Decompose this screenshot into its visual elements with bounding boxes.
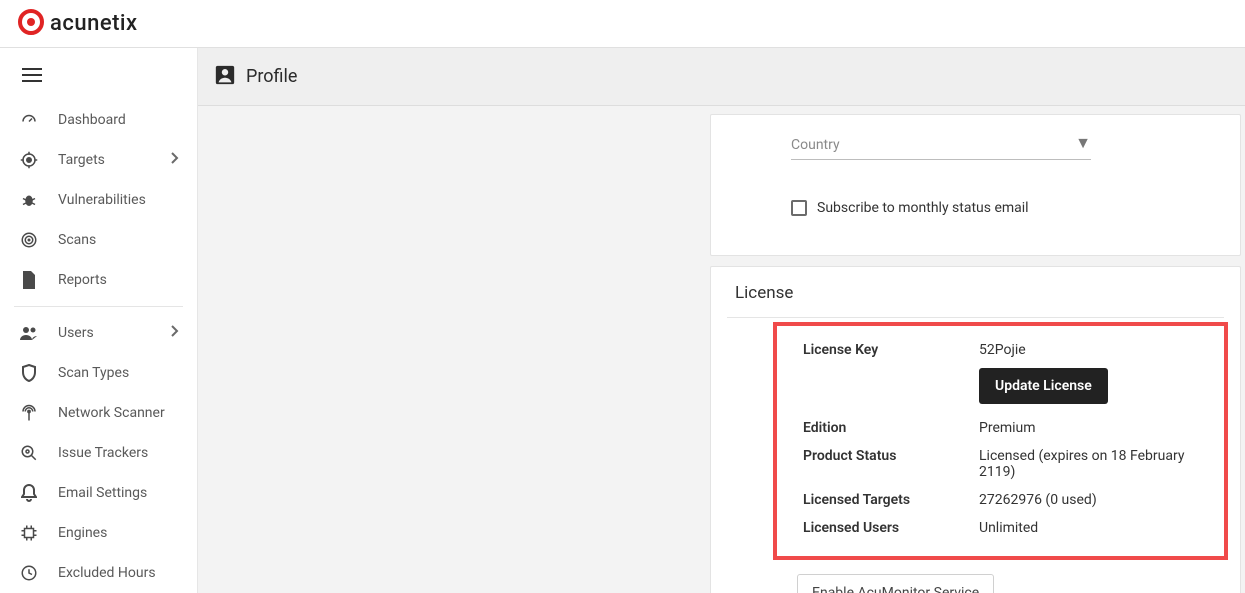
sidebar-item-users[interactable]: Users [0,313,197,353]
sidebar-item-label: Excluded Hours [58,565,179,581]
clock-icon [18,564,40,582]
update-license-button[interactable]: Update License [979,368,1108,404]
sidebar: Dashboard Targets Vulnerabilities Scans … [0,48,198,593]
sidebar-item-label: Dashboard [58,112,179,128]
license-key-label: License Key [803,342,979,358]
status-label: Product Status [803,448,979,480]
file-icon [18,271,40,289]
divider [727,317,1224,318]
sidebar-item-label: Scan Types [58,365,179,381]
chevron-right-icon [171,152,179,168]
enable-acumonitor-button[interactable]: Enable AcuMonitor Service [797,574,994,593]
profile-icon [214,64,236,90]
sidebar-item-dashboard[interactable]: Dashboard [0,100,197,140]
sidebar-item-scan-types[interactable]: Scan Types [0,353,197,393]
sidebar-item-label: Issue Trackers [58,445,179,461]
subscribe-row: Subscribe to monthly status email [791,200,1224,216]
page-title: Profile [246,66,297,87]
sidebar-item-email-settings[interactable]: Email Settings [0,473,197,513]
sidebar-item-engines[interactable]: Engines [0,513,197,553]
subscribe-checkbox[interactable] [791,200,807,216]
chip-icon [18,524,40,542]
bell-icon [18,484,40,502]
bug-icon [18,191,40,209]
chevron-right-icon [171,325,179,341]
shield-icon [18,364,40,382]
sidebar-item-excluded-hours[interactable]: Excluded Hours [0,553,197,593]
edition-label: Edition [803,420,979,436]
status-value: Licensed (expires on 18 February 2119) [979,448,1218,480]
caret-down-icon: ▼ [1075,133,1091,153]
sidebar-item-label: Email Settings [58,485,179,501]
license-key-value: 52Pojie [979,342,1218,358]
sidebar-item-label: Vulnerabilities [58,192,179,208]
country-label: Country [791,137,840,153]
sidebar-divider [14,306,183,307]
antenna-icon [18,404,40,422]
sidebar-item-label: Users [58,325,171,341]
sidebar-item-network-scanner[interactable]: Network Scanner [0,393,197,433]
country-select[interactable]: Country ▼ [791,133,1091,160]
hamburger-icon [22,68,42,82]
sidebar-item-vulnerabilities[interactable]: Vulnerabilities [0,180,197,220]
search-gear-icon [18,444,40,462]
brand-name: acunetix [50,11,138,36]
sidebar-item-targets[interactable]: Targets [0,140,197,180]
menu-toggle[interactable] [0,56,197,100]
license-panel: License License Key 52Pojie Update Licen… [710,266,1241,593]
edition-value: Premium [979,420,1218,436]
sidebar-item-issue-trackers[interactable]: Issue Trackers [0,433,197,473]
topbar: acunetix [0,0,1245,48]
subscribe-label: Subscribe to monthly status email [817,200,1029,216]
sidebar-item-scans[interactable]: Scans [0,220,197,260]
gauge-icon [18,111,40,129]
logo-icon [18,9,44,39]
target-icon [18,151,40,169]
profile-panel: Country ▼ Subscribe to monthly status em… [710,114,1241,256]
sidebar-item-label: Scans [58,232,179,248]
content-area: Profile Country ▼ Subscribe to monthly s… [198,48,1245,593]
license-title: License [735,283,1224,303]
page-header: Profile [198,48,1245,106]
sidebar-item-label: Engines [58,525,179,541]
sidebar-item-label: Reports [58,272,179,288]
users-icon [18,325,40,341]
targets-value: 27262976 (0 used) [979,492,1218,508]
license-highlight: License Key 52Pojie Update License Editi… [773,322,1228,560]
sidebar-item-reports[interactable]: Reports [0,260,197,300]
brand-logo: acunetix [18,9,138,39]
users-label: Licensed Users [803,520,979,536]
users-value: Unlimited [979,520,1218,536]
sidebar-item-label: Targets [58,152,171,168]
targets-label: Licensed Targets [803,492,979,508]
sidebar-item-label: Network Scanner [58,405,179,421]
radar-icon [18,231,40,249]
